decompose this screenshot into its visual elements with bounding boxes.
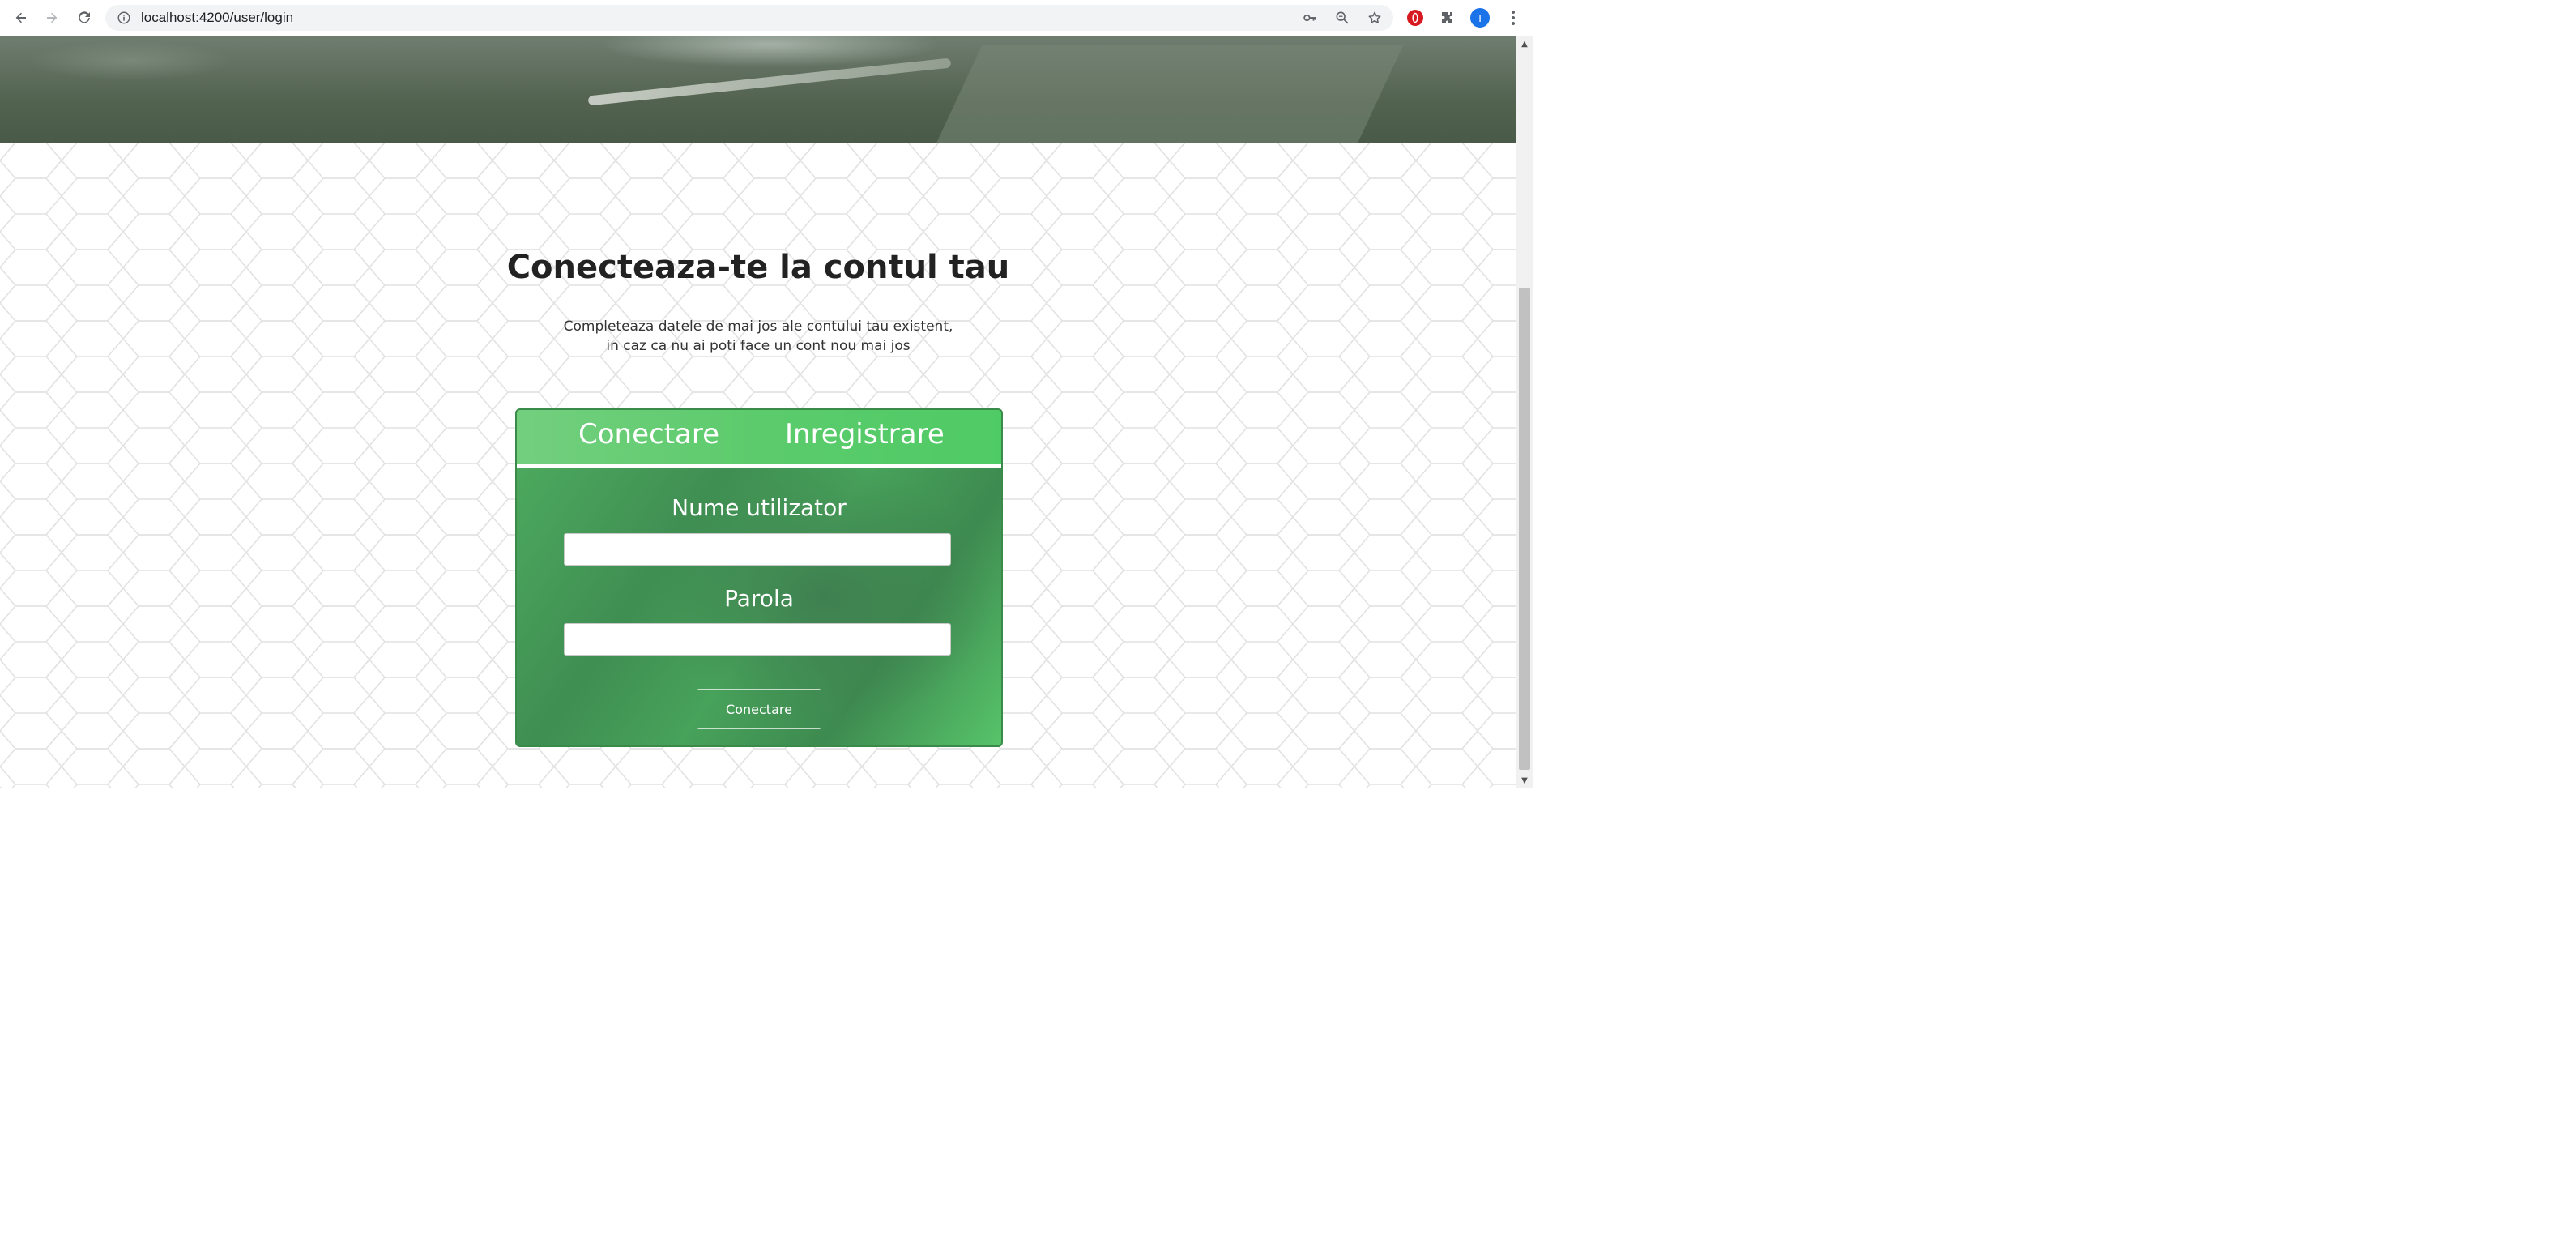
forward-arrow-icon[interactable] [41,6,63,29]
tab-divider [517,464,1001,468]
tab-login[interactable]: Conectare [578,418,719,451]
url-text[interactable]: localhost:4200/user/login [141,10,293,26]
scroll-thumb[interactable] [1519,288,1530,770]
login-submit-button[interactable]: Conectare [697,689,821,729]
kebab-menu-icon[interactable] [1503,8,1523,28]
hero-image [0,36,1516,158]
page-title: Conecteaza-te la contul tau [506,249,1010,286]
puzzle-icon[interactable] [1439,9,1456,27]
username-label: Nume utilizator [672,494,847,521]
scroll-down-icon[interactable]: ▼ [1516,773,1533,788]
tab-register[interactable]: Inregistrare [785,418,945,451]
browser-toolbar: localhost:4200/user/login I [0,0,1533,36]
hero-pen-shape [587,58,952,106]
back-arrow-icon[interactable] [10,6,32,29]
username-input[interactable] [564,533,951,566]
card-tabs: Conectare Inregistrare [517,410,1001,464]
star-icon[interactable] [1367,11,1382,25]
page-scrollbar[interactable]: ▲ ▼ [1516,36,1533,788]
password-label: Parola [724,585,794,612]
key-icon[interactable] [1303,11,1317,25]
hero-paper-shape [929,45,1404,158]
opera-icon[interactable] [1406,9,1424,27]
info-icon[interactable] [117,11,131,25]
zoom-icon[interactable] [1335,11,1350,25]
browser-window: localhost:4200/user/login I Conecteaza-t… [0,0,1533,788]
scroll-up-icon[interactable]: ▲ [1516,36,1533,51]
profile-avatar[interactable]: I [1470,8,1490,28]
reload-icon[interactable] [73,6,96,29]
subtitle-line-1: Completeaza datele de mai jos ale contul… [563,318,953,335]
login-card: Conectare Inregistrare Nume utilizator P… [515,408,1003,747]
subtitle-line-2: in caz ca nu ai poti face un cont nou ma… [606,338,911,354]
page-subtitle: Completeaza datele de mai jos ale contul… [0,317,1516,356]
address-bar[interactable]: localhost:4200/user/login [105,5,1393,31]
page-viewport: Conecteaza-te la contul tau Completeaza … [0,36,1516,788]
password-input[interactable] [564,623,951,656]
